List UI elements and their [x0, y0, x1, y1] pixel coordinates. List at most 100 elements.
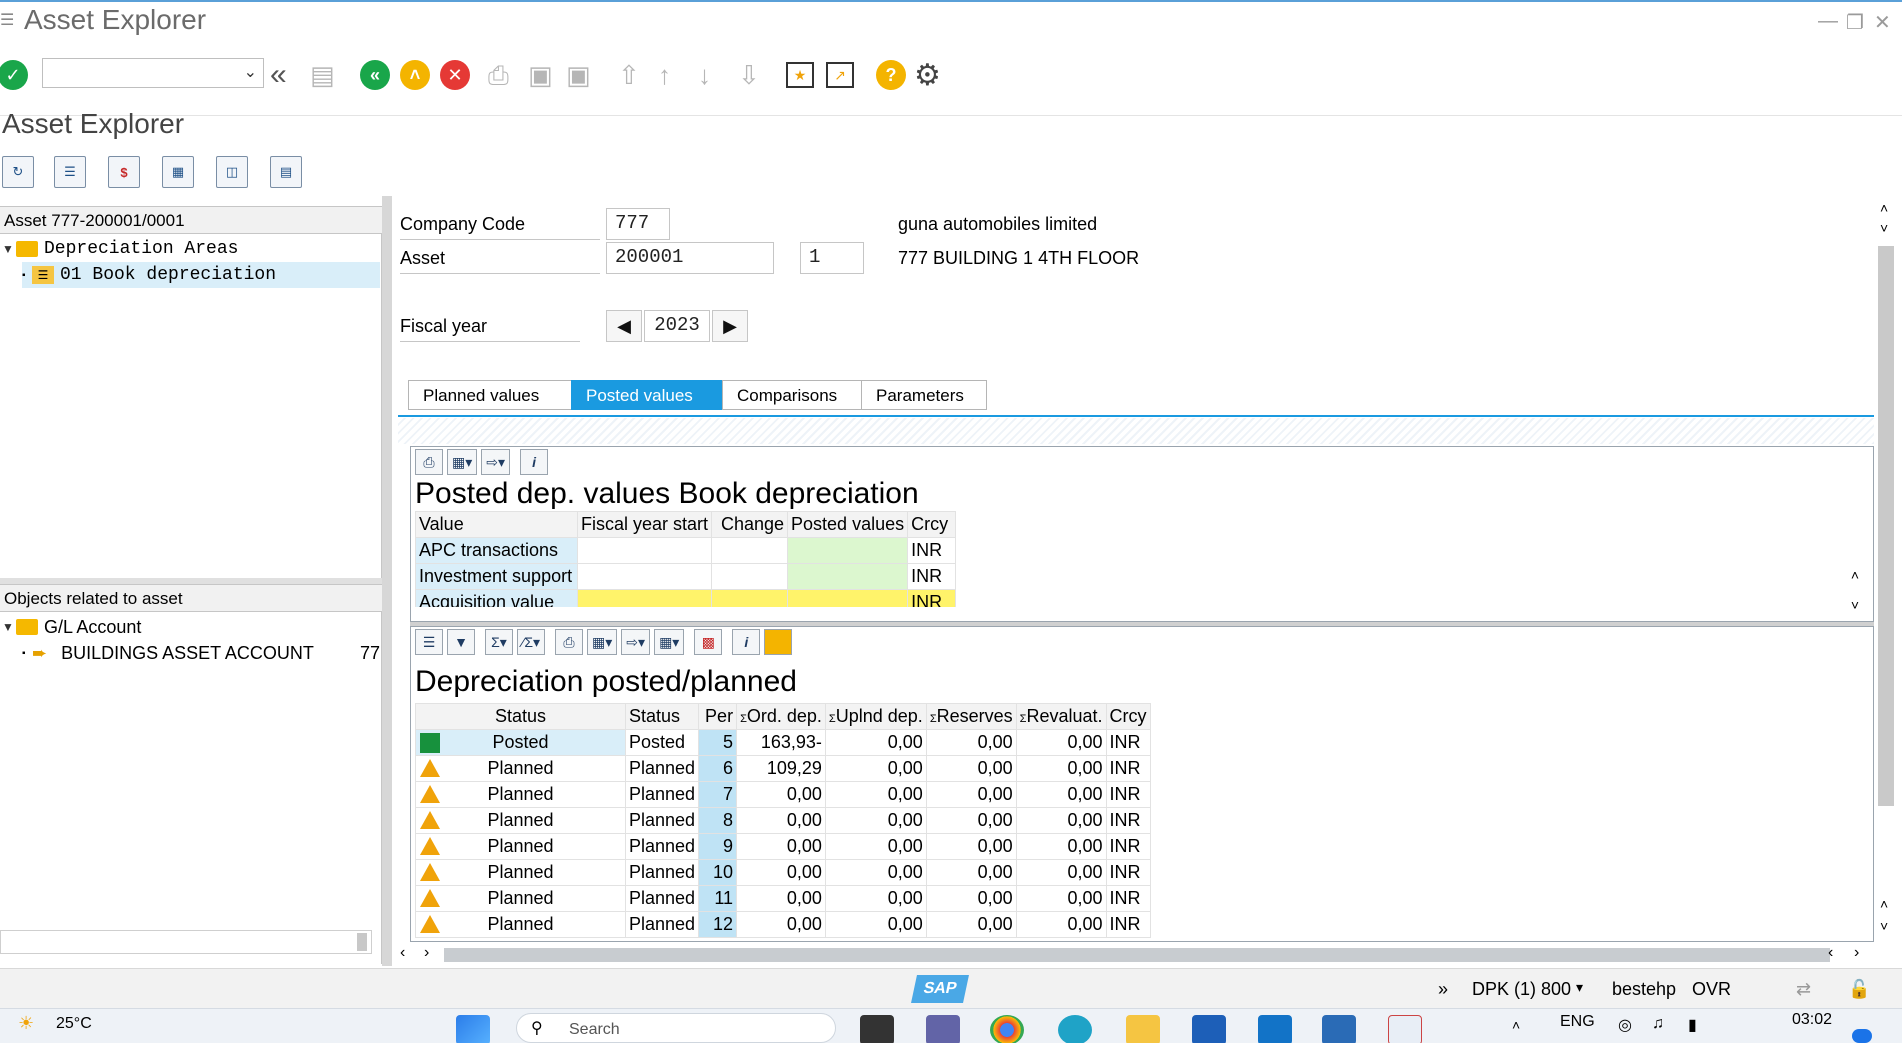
weather-temp[interactable]: 25°C: [56, 1015, 92, 1033]
save-icon[interactable]: ▤: [310, 60, 335, 91]
teams-icon[interactable]: [926, 1015, 960, 1043]
tab-planned-values[interactable]: Planned values: [408, 380, 572, 410]
filter-icon[interactable]: ▼: [447, 629, 475, 655]
scroll-thumb[interactable]: [444, 948, 1830, 962]
table-row[interactable]: APC transactions INR: [415, 537, 957, 564]
create-shortcut-icon[interactable]: ↗: [826, 62, 854, 88]
task-view-icon[interactable]: [860, 1015, 894, 1043]
bottom-horizontal-scrollbar[interactable]: ‹ › ‹ ›: [396, 944, 1878, 966]
company-code-field[interactable]: 777: [606, 208, 670, 240]
notification-badge[interactable]: [1852, 1029, 1872, 1043]
lock-icon[interactable]: 🔓: [1848, 979, 1870, 1000]
taskbar-search[interactable]: ⚲ Search: [516, 1013, 836, 1043]
tree-node-book-depreciation[interactable]: ▪ ☰ 01 Book depreciation: [22, 262, 380, 288]
fiscal-year-field[interactable]: 2023: [644, 310, 710, 342]
scroll-thumb[interactable]: [1878, 246, 1894, 806]
refresh-icon[interactable]: ↻: [2, 156, 34, 188]
graphic-icon[interactable]: ▩: [694, 629, 723, 655]
tree-node-gl-account[interactable]: ▼ G/L Account: [2, 614, 141, 640]
print-icon[interactable]: ⎙: [555, 629, 584, 655]
table-row[interactable]: Acquisition value INR: [415, 589, 957, 607]
first-page-icon[interactable]: ⇧: [618, 60, 640, 91]
sum-icon[interactable]: Σ▾: [485, 629, 513, 655]
expand-arrow-icon[interactable]: ▼: [2, 242, 16, 256]
column-header[interactable]: ΣReserves: [925, 703, 1017, 730]
settings-icon[interactable]: ⚙: [914, 58, 941, 93]
tray-chevron-icon[interactable]: ˄: [1512, 1017, 1520, 1033]
dropdown-icon[interactable]: ▾: [1576, 979, 1583, 996]
find-icon[interactable]: ▣: [528, 60, 553, 91]
edge-icon[interactable]: [1058, 1015, 1092, 1043]
note-icon[interactable]: [764, 629, 793, 655]
volume-icon[interactable]: ♫: [1652, 1015, 1664, 1033]
views-icon[interactable]: ▦▾: [587, 629, 618, 655]
left-horizontal-scrollbar[interactable]: [0, 930, 372, 954]
info-icon[interactable]: i: [520, 449, 549, 475]
help-icon[interactable]: ?: [876, 60, 906, 90]
start-icon[interactable]: [456, 1015, 490, 1043]
battery-icon[interactable]: ▮: [1688, 1015, 1697, 1035]
column-header[interactable]: Status: [624, 703, 700, 730]
minimize-icon[interactable]: —: [1818, 10, 1838, 33]
scroll-up-icon[interactable]: ˄: [1851, 567, 1859, 583]
column-header[interactable]: Value: [415, 511, 578, 538]
store-icon[interactable]: [1192, 1015, 1226, 1043]
clock-time[interactable]: 03:02: [1792, 1011, 1832, 1029]
subnumber-field[interactable]: 1: [800, 242, 864, 274]
table-row[interactable]: Planned Planned 6 109,29 0,00 0,00 0,00 INR: [415, 755, 1151, 782]
mail-icon[interactable]: [1258, 1015, 1292, 1043]
subtotal-icon[interactable]: ⁄Σ▾: [517, 629, 546, 655]
previous-year-button[interactable]: ◀: [606, 310, 642, 342]
table-row[interactable]: Planned Planned 9 0,00 0,00 0,00 0,00 INR: [415, 833, 1151, 860]
find-next-icon[interactable]: ▣: [566, 60, 591, 91]
scroll-thumb[interactable]: [357, 933, 367, 951]
chrome-icon[interactable]: [990, 1015, 1024, 1043]
column-header[interactable]: Status: [415, 703, 626, 730]
table-row[interactable]: Planned Planned 12 0,00 0,00 0,00 0,00 INR: [415, 911, 1151, 938]
column-header[interactable]: ΣUplnd dep.: [824, 703, 927, 730]
values-icon[interactable]: $: [108, 156, 140, 188]
right-vertical-scrollbar[interactable]: ˄ ˅ ˄ ˅: [1876, 196, 1896, 946]
scroll-left-icon[interactable]: ‹: [400, 944, 405, 962]
scroll-up-icon[interactable]: ˄: [1880, 200, 1888, 216]
wifi-icon[interactable]: ◎: [1618, 1015, 1632, 1035]
hierarchy-icon[interactable]: ▦: [162, 156, 194, 188]
layout-icon[interactable]: ◫: [216, 156, 248, 188]
back-icon[interactable]: «: [360, 60, 390, 90]
tree-node-depreciation-areas[interactable]: ▼ Depreciation Areas: [2, 236, 238, 262]
last-page-icon[interactable]: ⇩: [738, 60, 760, 91]
column-header[interactable]: ΣRevaluat.: [1015, 703, 1107, 730]
print-icon[interactable]: ⎙: [488, 60, 509, 92]
scroll-down-icon[interactable]: ˅: [1880, 220, 1888, 236]
expand-status-icon[interactable]: »: [1438, 979, 1448, 1000]
sap-logon-icon[interactable]: [1388, 1015, 1422, 1043]
table-row[interactable]: Investment support INR: [415, 563, 957, 590]
layout-icon[interactable]: ▦▾: [654, 629, 685, 655]
next-page-icon[interactable]: ↓: [698, 60, 711, 91]
column-header[interactable]: Crcy: [1105, 703, 1151, 730]
next-year-button[interactable]: ▶: [712, 310, 748, 342]
create-session-icon[interactable]: ★: [786, 62, 814, 88]
details-icon[interactable]: ☰: [415, 629, 443, 655]
asset-field[interactable]: 200001: [606, 242, 774, 274]
vertical-splitter[interactable]: [382, 196, 392, 966]
column-header[interactable]: Posted values: [787, 511, 909, 538]
scroll-right-icon[interactable]: ›: [424, 944, 429, 962]
expand-arrow-icon[interactable]: ▼: [2, 620, 16, 634]
weather-icon[interactable]: ☀: [18, 1013, 34, 1034]
scroll-left-icon[interactable]: ‹: [1828, 944, 1833, 962]
app-icon[interactable]: [1322, 1015, 1356, 1043]
scroll-down-icon[interactable]: ˅: [1880, 918, 1888, 934]
table-row[interactable]: Posted Posted 5 163,93- 0,00 0,00 0,00 INR: [415, 729, 1151, 756]
menu-icon[interactable]: ☰: [0, 10, 14, 30]
system-info[interactable]: DPK (1) 800: [1472, 979, 1571, 1000]
language-indicator[interactable]: ENG: [1560, 1013, 1595, 1031]
exit-icon[interactable]: ˄: [400, 60, 430, 90]
document-list-icon[interactable]: ▤: [270, 156, 302, 188]
info-icon[interactable]: i: [732, 629, 761, 655]
chevron-down-icon[interactable]: ⌄: [244, 62, 257, 82]
column-header[interactable]: ΣOrd. dep.: [736, 703, 826, 730]
tab-posted-values[interactable]: Posted values: [571, 380, 723, 410]
table-row[interactable]: Planned Planned 10 0,00 0,00 0,00 0,00 INR: [415, 859, 1151, 886]
column-header[interactable]: Per: [698, 703, 738, 730]
